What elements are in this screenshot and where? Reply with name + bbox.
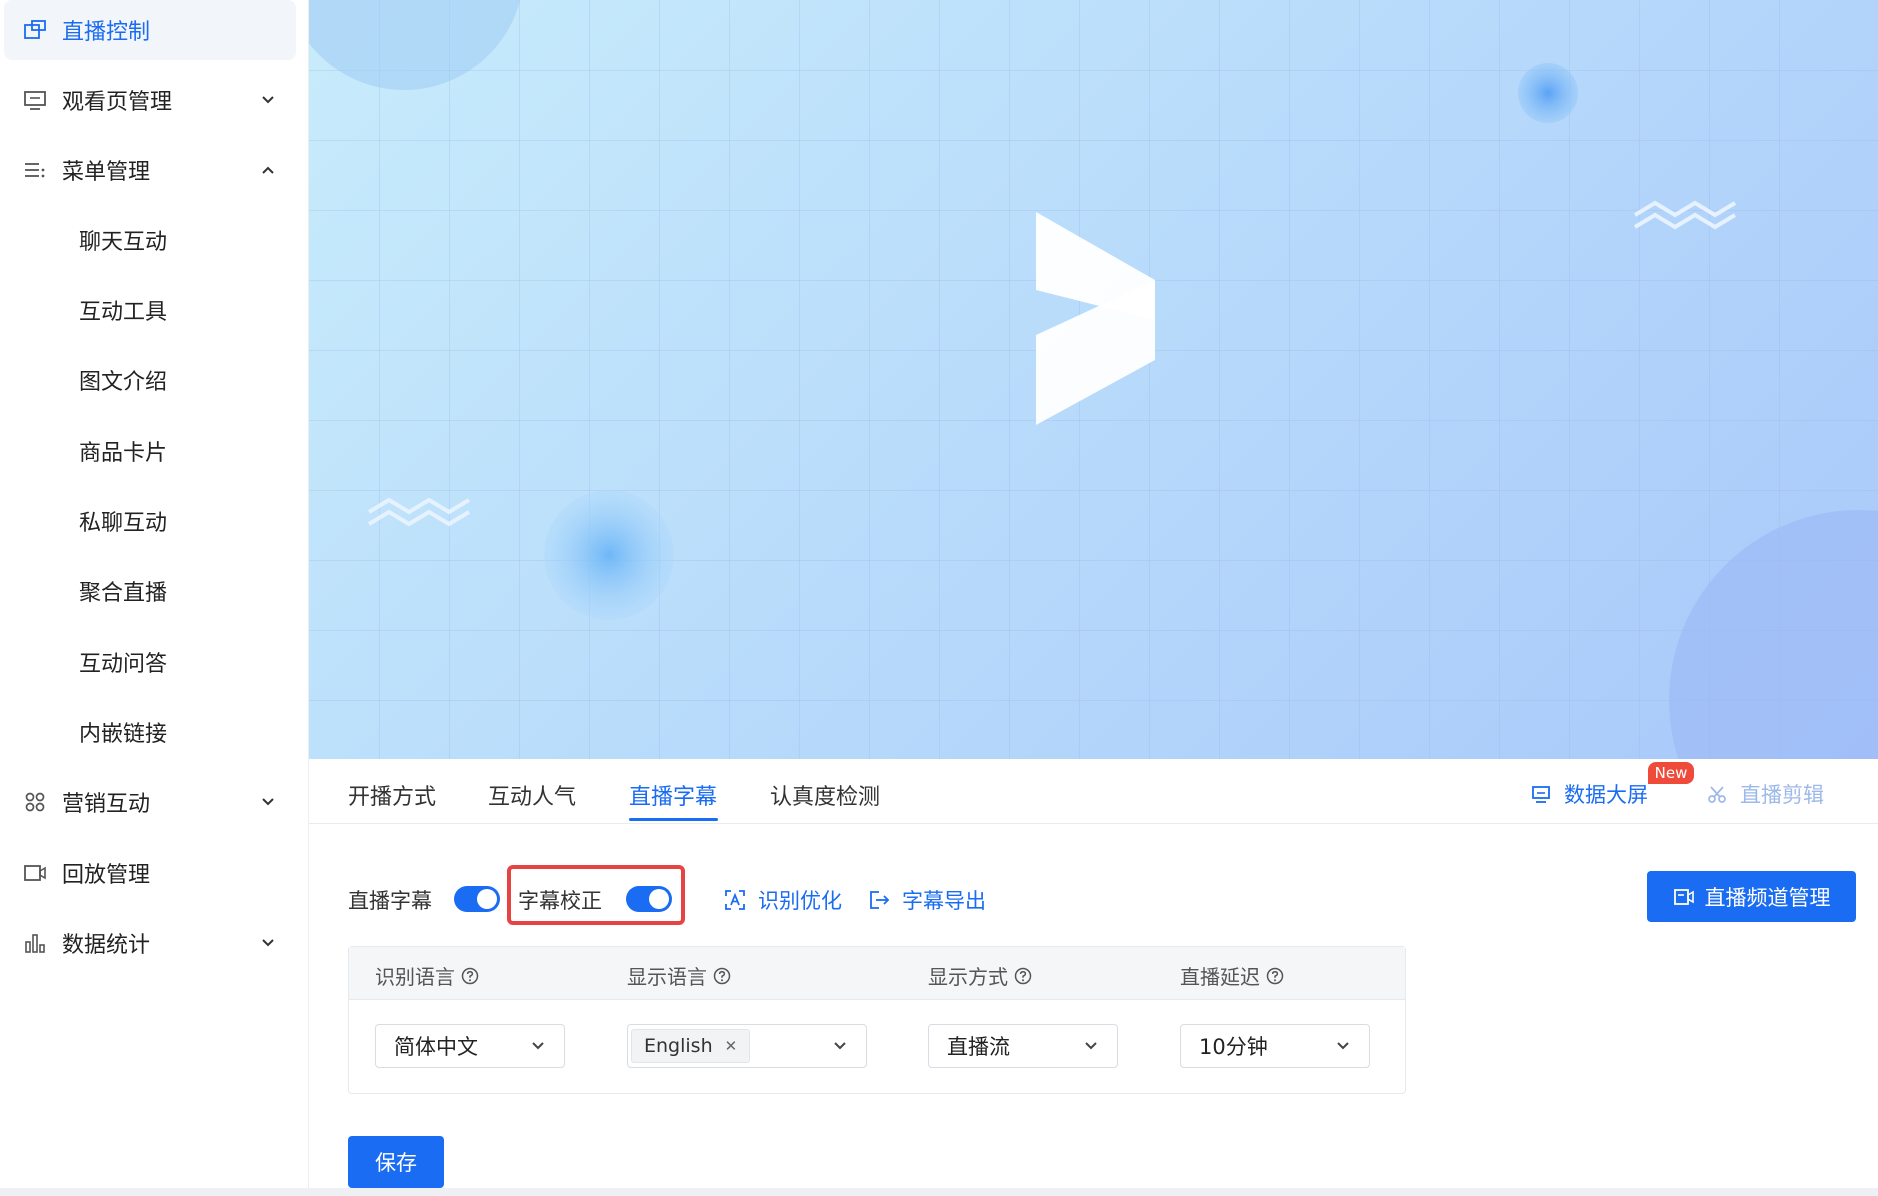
sidebar-item-statistics[interactable]: 数据统计 — [4, 913, 296, 973]
sidebar-sub-label: 聚合直播 — [79, 581, 168, 606]
column-title-label: 识别语言 — [375, 965, 455, 989]
remove-tag-icon[interactable]: ✕ — [725, 1037, 738, 1055]
sidebar-item-label: 回放管理 — [62, 863, 151, 888]
sidebar-item-label: 观看页管理 — [62, 90, 173, 115]
display-language-select[interactable]: English ✕ — [627, 1024, 867, 1068]
column-title-label: 直播延迟 — [1180, 965, 1260, 989]
sidebar: 直播控制 观看页管理 菜单管理 聊天互动 互动工具 图文介绍 商品卡片 私聊互动… — [0, 0, 309, 1196]
sidebar-item-label: 菜单管理 — [62, 160, 151, 185]
language-tag-label: English — [644, 1035, 713, 1057]
sidebar-sub-item[interactable]: 聊天互动 — [0, 210, 296, 270]
screen-icon — [1532, 786, 1550, 803]
language-tag: English ✕ — [631, 1029, 751, 1063]
list-icon — [22, 157, 48, 183]
sidebar-item-label: 直播控制 — [62, 20, 151, 45]
tab-live-subtitle[interactable]: 直播字幕 — [629, 779, 717, 811]
export-icon — [870, 891, 890, 909]
subtitle-settings-panel: 识别语言 显示语言 显示方式 直播延迟 简体中文 English ✕ 直播流 1… — [348, 946, 1406, 1094]
chevron-down-icon — [1337, 1042, 1349, 1050]
preview-decoration — [309, 0, 1878, 759]
recognize-optimize-link[interactable]: 识别优化 — [724, 885, 842, 915]
screen-icon — [22, 87, 48, 113]
select-value: 简体中文 — [394, 1035, 478, 1059]
sidebar-sub-label: 内嵌链接 — [79, 722, 168, 747]
chevron-down-icon — [532, 1042, 544, 1050]
tab-interaction-popularity[interactable]: 互动人气 — [488, 779, 576, 811]
column-title: 识别语言 — [375, 961, 479, 990]
chevron-up-icon — [262, 166, 274, 174]
sidebar-item-playback[interactable]: 回放管理 — [4, 843, 296, 903]
scissors-icon — [1708, 786, 1726, 803]
select-value: 直播流 — [947, 1035, 1010, 1059]
save-button[interactable]: 保存 — [348, 1136, 444, 1188]
help-icon[interactable] — [461, 967, 479, 985]
sidebar-item-watch-page[interactable]: 观看页管理 — [4, 70, 296, 130]
subtitle-correction-toggle[interactable] — [626, 886, 672, 912]
live-clip-link[interactable]: 直播剪辑 — [1706, 779, 1824, 809]
scan-icon — [725, 890, 745, 910]
sidebar-sub-item[interactable]: 商品卡片 — [0, 421, 296, 481]
sidebar-sub-item[interactable]: 互动工具 — [0, 280, 296, 340]
live-preview — [309, 0, 1878, 759]
sidebar-item-live-control[interactable]: 直播控制 — [4, 0, 296, 60]
select-value: 10分钟 — [1199, 1035, 1268, 1059]
bar-chart-icon — [22, 930, 48, 956]
chevron-down-icon — [1085, 1042, 1097, 1050]
column-title-label: 显示方式 — [928, 965, 1008, 989]
live-clip-label: 直播剪辑 — [1740, 783, 1824, 807]
recognize-optimize-label: 识别优化 — [758, 889, 842, 913]
sidebar-sub-label: 聊天互动 — [79, 230, 168, 255]
chevron-down-icon — [262, 798, 274, 806]
sidebar-sub-label: 互动问答 — [79, 652, 168, 677]
help-icon[interactable] — [1266, 967, 1284, 985]
live-subtitle-label: 直播字幕 — [348, 889, 432, 913]
monitor-icon — [22, 17, 48, 43]
sidebar-sub-item[interactable]: 聚合直播 — [0, 561, 296, 621]
sidebar-sub-item[interactable]: 私聊互动 — [0, 491, 296, 551]
sidebar-sub-label: 互动工具 — [79, 300, 168, 325]
sidebar-sub-item[interactable]: 内嵌链接 — [0, 702, 296, 762]
sidebar-sub-label: 私聊互动 — [79, 511, 168, 536]
data-screen-link[interactable]: 数据大屏 — [1530, 779, 1648, 809]
subtitle-export-link[interactable]: 字幕导出 — [868, 885, 986, 915]
bottom-scrollbar-track — [0, 1188, 1878, 1196]
chevron-down-icon — [834, 1042, 846, 1050]
help-icon[interactable] — [713, 967, 731, 985]
grid-icon — [22, 789, 48, 815]
subtitle-correction-label: 字幕校正 — [518, 889, 602, 913]
tab-attention-detection[interactable]: 认真度检测 — [770, 779, 880, 811]
column-title-label: 显示语言 — [627, 965, 707, 989]
delay-select[interactable]: 10分钟 — [1180, 1024, 1370, 1068]
sidebar-sub-item[interactable]: 图文介绍 — [0, 350, 296, 410]
column-title: 显示方式 — [928, 961, 1032, 990]
video-icon — [1673, 888, 1694, 905]
sidebar-item-label: 营销互动 — [62, 792, 151, 817]
new-badge: New — [1648, 762, 1694, 784]
channel-management-button[interactable]: 直播频道管理 — [1647, 871, 1856, 922]
sidebar-sub-label: 图文介绍 — [79, 370, 168, 395]
live-subtitle-toggle[interactable] — [454, 886, 500, 912]
column-title: 直播延迟 — [1180, 961, 1284, 990]
sidebar-item-label: 数据统计 — [62, 933, 151, 958]
sidebar-item-menu-management[interactable]: 菜单管理 — [4, 140, 296, 200]
sidebar-sub-item[interactable]: 互动问答 — [0, 632, 296, 692]
help-icon[interactable] — [1014, 967, 1032, 985]
channel-management-label: 直播频道管理 — [1704, 885, 1831, 910]
active-tab-indicator — [629, 818, 718, 821]
chevron-down-icon — [262, 96, 274, 104]
video-icon — [22, 860, 48, 886]
tab-broadcast-mode[interactable]: 开播方式 — [348, 779, 436, 811]
sidebar-item-marketing[interactable]: 营销互动 — [4, 772, 296, 832]
chevron-down-icon — [262, 939, 274, 947]
display-mode-select[interactable]: 直播流 — [928, 1024, 1118, 1068]
column-title: 显示语言 — [627, 961, 731, 990]
data-screen-label: 数据大屏 — [1564, 783, 1648, 807]
sidebar-sub-label: 商品卡片 — [79, 441, 168, 466]
recognize-language-select[interactable]: 简体中文 — [375, 1024, 565, 1068]
subtitle-export-label: 字幕导出 — [902, 889, 986, 913]
